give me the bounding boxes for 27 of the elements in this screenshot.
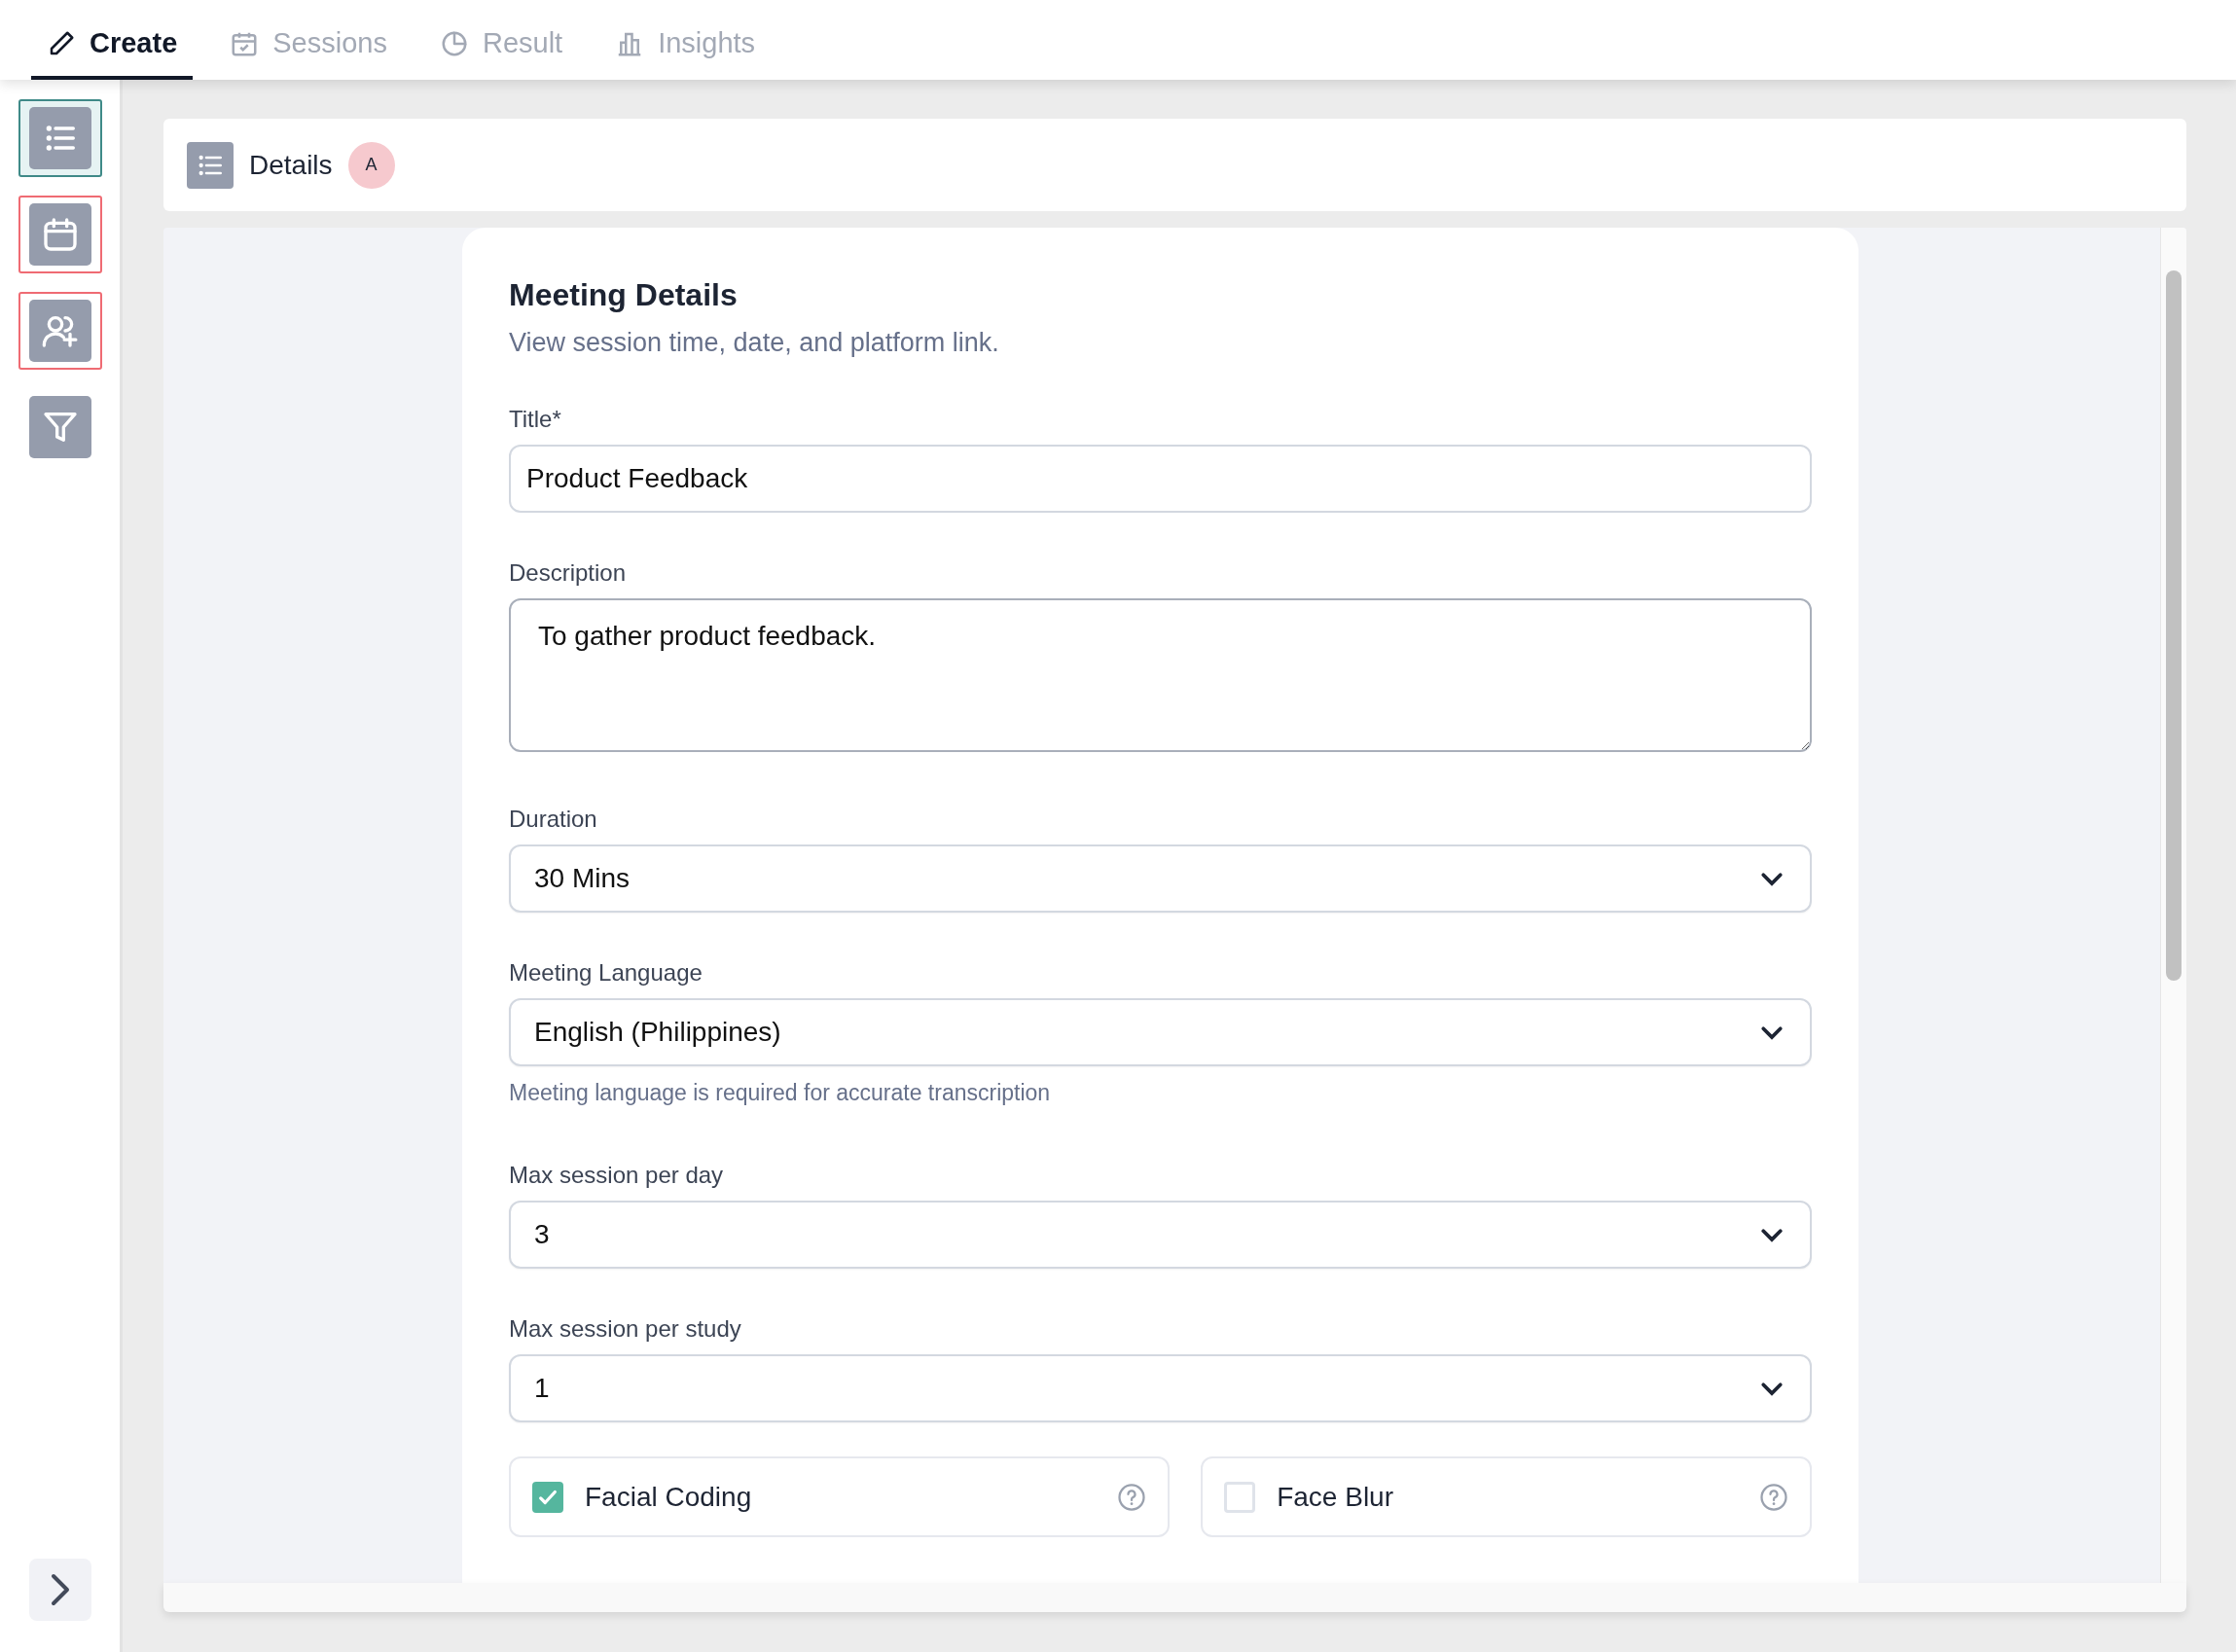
dropdown-field[interactable]: English (Philippines) [509,997,1812,1066]
field-label: Duration [509,804,598,834]
field-label: Max session per study [509,1314,742,1345]
checkbox-label: Face Blur [1277,1480,1394,1514]
field-label: Meeting Language [509,957,703,988]
sidebar-item[interactable] [18,292,102,370]
form-subtitle: View session time, date, and platform link. [509,327,1000,360]
form-title: Meeting Details [509,276,739,314]
checkbox[interactable] [532,1481,563,1513]
description-field[interactable]: To gather product feedback. [509,597,1812,752]
scrollbar-thumb[interactable] [2166,270,2182,981]
checkbox-label: Facial Coding [585,1480,753,1514]
help-icon[interactable] [1117,1482,1147,1512]
field-label: Title* [509,404,562,434]
expand-button[interactable] [28,1559,91,1621]
help-icon[interactable] [1759,1482,1788,1512]
avatar-badge: A [347,141,395,189]
dropdown-field[interactable]: 30 Mins [509,844,1812,913]
helper-text: Meeting language is required for accurate transcription [509,1078,1052,1107]
sidebar-item[interactable] [18,196,102,273]
section-title: Details [249,148,333,182]
dropdown-field[interactable]: 1 [509,1354,1812,1423]
text-field[interactable]: Product Feedback [509,444,1812,513]
field-label: Description [509,557,628,588]
sidebar-item[interactable] [18,99,102,177]
field-label: Max session per day [509,1161,725,1191]
dropdown-field[interactable]: 3 [509,1201,1812,1270]
